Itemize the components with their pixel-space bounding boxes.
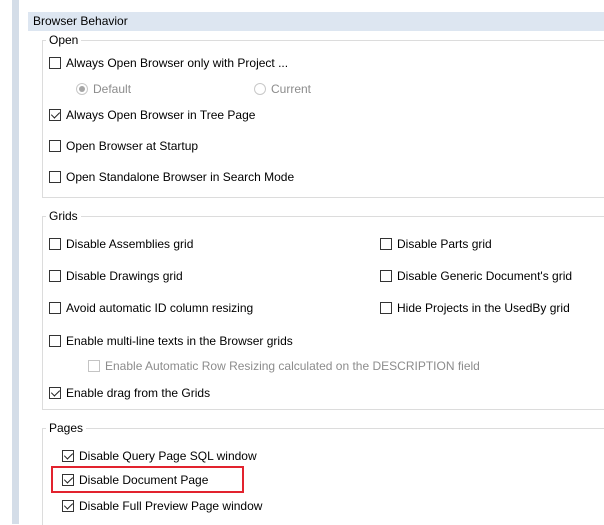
checkbox-box[interactable]	[49, 140, 61, 152]
checkbox-box[interactable]	[49, 270, 61, 282]
checkbox-label: Enable drag from the Grids	[66, 386, 211, 400]
highlight-box	[51, 466, 244, 493]
checkbox-box[interactable]	[49, 238, 61, 250]
avoid-resizing-checkbox[interactable]: Avoid automatic ID column resizing	[49, 299, 253, 317]
checkbox-box[interactable]	[88, 360, 100, 372]
radio-circle[interactable]	[254, 83, 266, 95]
always-open-tree-checkbox[interactable]: Always Open Browser in Tree Page	[49, 106, 255, 124]
checkbox-box[interactable]	[49, 171, 61, 183]
disable-generic-checkbox[interactable]: Disable Generic Document's grid	[380, 267, 572, 285]
drag-from-grids-checkbox[interactable]: Enable drag from the Grids	[49, 384, 210, 402]
checkbox-label: Open Browser at Startup	[66, 139, 199, 153]
checkbox-box[interactable]	[49, 57, 61, 69]
radio-circle[interactable]	[76, 83, 88, 95]
always-open-project-checkbox[interactable]: Always Open Browser only with Project ..…	[49, 54, 288, 72]
disable-drawings-checkbox[interactable]: Disable Drawings grid	[49, 267, 183, 285]
checkbox-label: Open Standalone Browser in Search Mode	[66, 170, 295, 184]
checkbox-box[interactable]	[49, 302, 61, 314]
checkbox-label: Disable Full Preview Page window	[79, 499, 263, 513]
radio-label: Default	[93, 82, 132, 96]
left-panel-bar	[12, 0, 19, 524]
open-group-legend: Open	[46, 33, 82, 47]
checkbox-label: Always Open Browser in Tree Page	[66, 108, 256, 122]
checkbox-box[interactable]	[49, 335, 61, 347]
section-title: Browser Behavior	[33, 14, 128, 28]
checkbox-box[interactable]	[49, 387, 61, 399]
open-standalone-checkbox[interactable]: Open Standalone Browser in Search Mode	[49, 168, 294, 186]
checkbox-box[interactable]	[380, 302, 392, 314]
checkbox-box[interactable]	[380, 270, 392, 282]
radio-default[interactable]: Default	[76, 80, 131, 98]
checkbox-label: Disable Query Page SQL window	[79, 449, 257, 463]
section-header: Browser Behavior	[28, 12, 604, 31]
disable-query-sql-checkbox[interactable]: Disable Query Page SQL window	[62, 447, 257, 465]
checkbox-label: Disable Assemblies grid	[66, 237, 194, 251]
checkbox-label: Enable multi-line texts in the Browser g…	[66, 334, 293, 348]
checkbox-box[interactable]	[62, 500, 74, 512]
disable-parts-checkbox[interactable]: Disable Parts grid	[380, 235, 492, 253]
radio-label: Current	[271, 82, 312, 96]
hide-projects-checkbox[interactable]: Hide Projects in the UsedBy grid	[380, 299, 570, 317]
checkbox-box[interactable]	[49, 109, 61, 121]
checkbox-label: Disable Generic Document's grid	[397, 269, 573, 283]
checkbox-label: Disable Drawings grid	[66, 269, 183, 283]
disable-full-preview-checkbox[interactable]: Disable Full Preview Page window	[62, 497, 262, 515]
disable-assemblies-checkbox[interactable]: Disable Assemblies grid	[49, 235, 193, 253]
open-at-startup-checkbox[interactable]: Open Browser at Startup	[49, 137, 198, 155]
auto-row-resize-checkbox[interactable]: Enable Automatic Row Resizing calculated…	[88, 357, 480, 375]
multiline-checkbox[interactable]: Enable multi-line texts in the Browser g…	[49, 332, 293, 350]
checkbox-box[interactable]	[380, 238, 392, 250]
checkbox-label: Always Open Browser only with Project ..…	[66, 56, 289, 70]
pages-group-legend: Pages	[46, 421, 87, 435]
checkbox-label: Enable Automatic Row Resizing calculated…	[105, 359, 480, 373]
grids-group-legend: Grids	[46, 209, 81, 223]
radio-current[interactable]: Current	[254, 80, 311, 98]
checkbox-label: Hide Projects in the UsedBy grid	[397, 301, 570, 315]
checkbox-label: Disable Parts grid	[397, 237, 492, 251]
checkbox-label: Avoid automatic ID column resizing	[66, 301, 254, 315]
checkbox-box[interactable]	[62, 450, 74, 462]
